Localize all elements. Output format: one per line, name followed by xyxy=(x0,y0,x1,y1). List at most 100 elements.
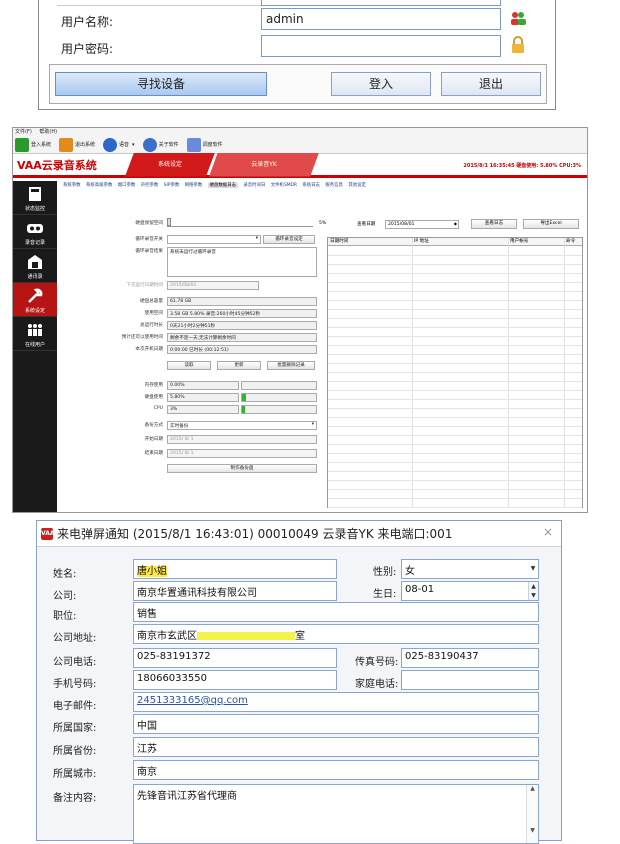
tab-system-settings[interactable]: 系统设定 xyxy=(125,152,215,177)
loop-switch-select[interactable]: ▾ xyxy=(167,235,261,244)
login-system-button[interactable]: 登入系统 xyxy=(15,137,51,152)
refresh-button[interactable]: 更新 xyxy=(217,361,261,370)
city-field[interactable]: 南京 xyxy=(133,760,539,780)
address-field[interactable]: 南京市玄武区室 xyxy=(133,624,539,644)
city-label: 所属城市: xyxy=(53,769,97,780)
next-run-label: 下次运行日期时间 xyxy=(126,283,163,288)
email-link[interactable]: 2451333165@qq.com xyxy=(137,695,248,706)
table-row xyxy=(328,444,582,445)
position-field[interactable]: 销售 xyxy=(133,602,539,622)
subtab[interactable]: SIP参数 xyxy=(164,183,180,188)
sidebar-item-records[interactable]: 录音记录 xyxy=(13,215,57,249)
disk-total-value: 61.78 GB xyxy=(167,297,317,306)
gender-select[interactable]: 女 ▼ xyxy=(401,559,539,579)
home-phone-field[interactable] xyxy=(401,670,539,690)
birthday-field[interactable]: 08-01 ▲ ▼ xyxy=(401,581,539,601)
exit-button[interactable]: 退出 xyxy=(441,72,541,96)
scrollbar[interactable]: ▲ ▼ xyxy=(526,785,538,843)
table-row xyxy=(328,282,582,283)
table-row xyxy=(328,327,582,328)
table-row xyxy=(328,291,582,292)
total-run-value: 0天21小时2分钟51秒 xyxy=(167,321,317,330)
mobile-field[interactable]: 18066033550 xyxy=(133,670,337,690)
language-button[interactable]: 语音 ▾ xyxy=(103,137,135,152)
popup-titlebar: VAA 来电弹屏通知 (2015/8/1 16:43:01) 00010049 … xyxy=(37,521,561,547)
username-field[interactable]: admin xyxy=(261,8,501,30)
slider-handle[interactable] xyxy=(167,218,171,226)
mobile-label: 手机号码: xyxy=(53,679,97,690)
sidebar-item-settings[interactable]: 系统设定 xyxy=(13,283,57,317)
spinner-icon[interactable]: ◆ xyxy=(454,221,457,226)
about-button[interactable]: 关于软件 xyxy=(142,137,179,152)
chevron-down-icon: ▾ xyxy=(255,236,258,241)
email-field[interactable]: 2451333165@qq.com xyxy=(133,692,539,712)
sidebar-item-contacts[interactable]: 通讯录 xyxy=(13,249,57,283)
table-row xyxy=(328,345,582,346)
find-device-button[interactable]: 寻找设备 xyxy=(55,72,267,96)
fax-field[interactable]: 025-83190437 xyxy=(401,648,539,668)
subtab-disk-log[interactable]: 硬盘数据日志 xyxy=(207,183,238,188)
subtab[interactable]: 录音时间日 xyxy=(243,183,265,188)
subtab[interactable]: 文件机SMDR xyxy=(271,183,297,188)
batch-delete-button[interactable]: 批量删除记录 xyxy=(267,361,315,370)
menu-help[interactable]: 帮助(H) xyxy=(39,129,57,135)
cpu-label: CPU xyxy=(153,406,163,411)
cropped-row xyxy=(57,0,277,6)
country-field[interactable]: 中国 xyxy=(133,714,539,734)
mem-label: 内存使用 xyxy=(144,383,163,388)
dispatch-button[interactable]: 调度软件 xyxy=(186,137,223,152)
disk-use-meter-fill xyxy=(242,394,247,401)
menu-bar: 文件(F) 帮助(H) xyxy=(13,128,587,136)
name-field[interactable]: 唐小姐 xyxy=(133,559,337,579)
province-field[interactable]: 江苏 xyxy=(133,737,539,757)
table-row xyxy=(328,390,582,391)
sidebar-item-status[interactable]: 状态监控 xyxy=(13,181,57,215)
menu-file[interactable]: 文件(F) xyxy=(15,129,32,135)
log-table: 日期时间 IP 地址 用户帐号 命令 xyxy=(327,237,583,508)
disk-threshold-slider[interactable] xyxy=(167,218,313,227)
subtab[interactable]: 其他设定 xyxy=(348,183,366,188)
disk-threshold-percent: 5% xyxy=(319,221,327,226)
subtab[interactable]: 系统日志 xyxy=(302,183,320,188)
subtab[interactable]: 系统参数 xyxy=(63,183,81,188)
sidebar-item-online-users[interactable]: 在线用户 xyxy=(13,317,57,351)
company-phone-field[interactable]: 025-83191372 xyxy=(133,648,337,668)
next-run-field[interactable]: 2015/08/01 xyxy=(167,281,259,290)
logout-system-button[interactable]: 退出系统 xyxy=(59,137,95,152)
company-field[interactable]: 南京华置通讯科技有限公司 xyxy=(133,581,337,601)
name-label: 姓名: xyxy=(53,569,77,580)
table-row xyxy=(328,489,582,490)
table-row xyxy=(328,264,582,265)
subtab[interactable]: 系统高级参数 xyxy=(86,183,112,188)
note-textarea[interactable]: 先锋音讯江苏省代理商 ▲ ▼ xyxy=(133,784,539,844)
end-date-field[interactable]: 2015/ 8/ 1 xyxy=(167,449,317,458)
view-date-field[interactable]: 2015/08/01 ◆ xyxy=(385,220,459,229)
vaa-app-window: 文件(F) 帮助(H) 登入系统 退出系统 语音 ▾ 关于软件 调度软件 VAA云… xyxy=(12,127,588,513)
start-date-field[interactable]: 2015/ 8/ 1 xyxy=(167,435,317,444)
export-excel-button[interactable]: 导出Excel xyxy=(523,219,579,229)
disk-use-value: 5.80% xyxy=(167,393,239,402)
tab-device[interactable]: 云录音YK xyxy=(209,152,319,177)
info-icon xyxy=(142,137,157,152)
make-backup-button[interactable]: 制作备份盘 xyxy=(167,464,317,473)
table-row xyxy=(328,471,582,472)
subtab[interactable]: 声控参数 xyxy=(141,183,159,188)
loop-setting-button[interactable]: 循环录音设定 xyxy=(263,235,315,244)
login-dialog: 用户名称: admin 用户密码: 寻找设备 登入 退出 xyxy=(38,0,556,110)
read-button[interactable]: 读取 xyxy=(167,361,211,370)
popup-title: 来电弹屏通知 (2015/8/1 16:43:01) 00010049 云录音Y… xyxy=(57,527,453,541)
password-field[interactable] xyxy=(261,35,501,57)
address-label: 公司地址: xyxy=(53,633,97,644)
backup-mode-select[interactable]: 实时备份 ▾ xyxy=(167,421,317,430)
subtab[interactable]: 服务信息 xyxy=(325,183,343,188)
login-button[interactable]: 登入 xyxy=(331,72,431,96)
table-row xyxy=(328,372,582,373)
view-log-button[interactable]: 查看日志 xyxy=(471,219,517,229)
disk-use-label: 硬盘使用 xyxy=(144,395,163,400)
disk-total-label: 硬盘总容量 xyxy=(140,299,163,304)
password-label: 用户密码: xyxy=(61,42,114,56)
spinner-icon[interactable]: ▲ ▼ xyxy=(528,582,538,600)
close-icon[interactable]: × xyxy=(543,525,553,539)
subtab[interactable]: 端口参数 xyxy=(118,183,136,188)
subtab[interactable]: 网络参数 xyxy=(185,183,203,188)
